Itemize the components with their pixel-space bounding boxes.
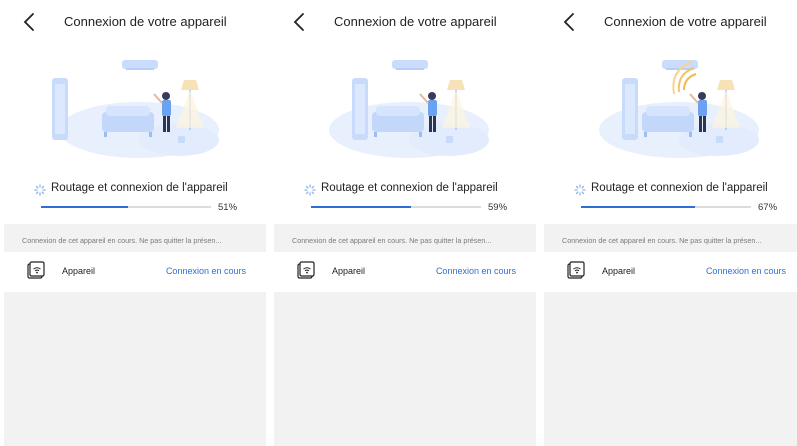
wifi-device-icon xyxy=(566,261,586,281)
header: Connexion de votre appareil xyxy=(274,0,536,44)
device-label: Appareil xyxy=(62,266,96,276)
header: Connexion de votre appareil xyxy=(544,0,797,44)
page-title: Connexion de votre appareil xyxy=(334,14,497,29)
status-text: Routage et connexion de l'appareil xyxy=(321,182,498,194)
status-line: Routage et connexion de l'appareil xyxy=(34,182,256,198)
loading-spinner-icon xyxy=(34,183,46,196)
page-title: Connexion de votre appareil xyxy=(604,14,767,29)
phone-screen-1: Connexion de votre appareil Routage et c… xyxy=(4,0,266,446)
wifi-device-icon xyxy=(296,261,316,281)
device-label: Appareil xyxy=(332,266,366,276)
header: Connexion de votre appareil xyxy=(4,0,266,44)
progress-fill xyxy=(41,206,128,208)
device-status: Connexion en cours xyxy=(705,266,786,276)
page-title: Connexion de votre appareil xyxy=(64,14,227,29)
progress-bar xyxy=(311,206,481,208)
device-row[interactable]: Appareil Connexion en cours xyxy=(4,252,266,292)
loading-spinner-icon xyxy=(304,183,316,196)
status-text: Routage et connexion de l'appareil xyxy=(51,182,228,194)
connection-note: Connexion de cet appareil en cours. Ne p… xyxy=(292,236,492,245)
phone-screen-2: Connexion de votre appareil Routage et c… xyxy=(274,0,536,446)
device-row[interactable]: Appareil Connexion en cours xyxy=(544,252,797,292)
device-label: Appareil xyxy=(602,266,636,276)
device-status: Connexion en cours xyxy=(435,266,516,276)
loading-spinner-icon xyxy=(574,183,586,196)
back-arrow-icon[interactable] xyxy=(290,10,310,34)
status-line: Routage et connexion de l'appareil xyxy=(304,182,526,198)
progress-bar xyxy=(41,206,211,208)
progress-percent: 51% xyxy=(218,202,238,213)
wifi-device-icon xyxy=(26,261,46,281)
living-room-illustration xyxy=(544,50,797,170)
status-text: Routage et connexion de l'appareil xyxy=(591,182,768,194)
back-arrow-icon[interactable] xyxy=(20,10,40,34)
living-room-illustration xyxy=(4,50,266,170)
progress-fill xyxy=(311,206,412,208)
connection-note: Connexion de cet appareil en cours. Ne p… xyxy=(22,236,222,245)
progress-fill xyxy=(581,206,695,208)
status-line: Routage et connexion de l'appareil xyxy=(574,182,796,198)
device-status: Connexion en cours xyxy=(165,266,246,276)
progress-percent: 59% xyxy=(488,202,508,213)
back-arrow-icon[interactable] xyxy=(560,10,580,34)
progress-percent: 67% xyxy=(758,202,778,213)
connection-note: Connexion de cet appareil en cours. Ne p… xyxy=(562,236,762,245)
progress-bar xyxy=(581,206,751,208)
device-row[interactable]: Appareil Connexion en cours xyxy=(274,252,536,292)
living-room-illustration xyxy=(274,50,536,170)
phone-screen-3: Connexion de votre appareil Routage et c… xyxy=(544,0,797,446)
